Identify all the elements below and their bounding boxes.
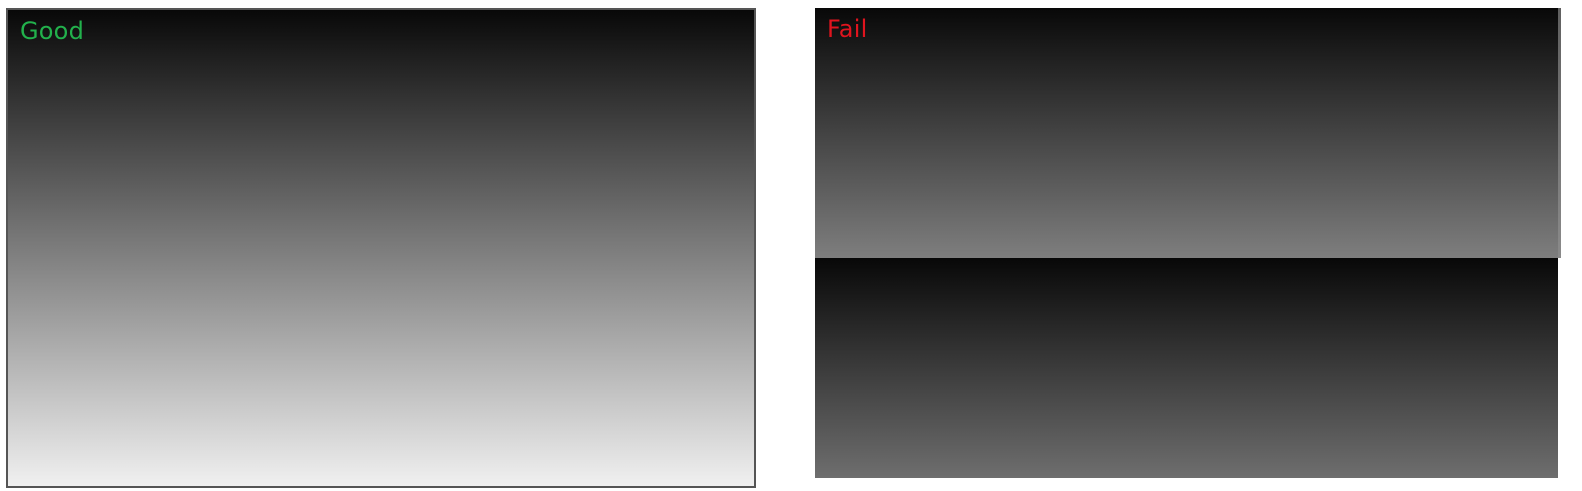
fail-top-gradient-band xyxy=(815,8,1558,258)
fail-label: Fail xyxy=(827,15,868,43)
good-label: Good xyxy=(20,17,84,45)
fail-edge-strip xyxy=(1558,8,1561,258)
good-gradient-panel: Good xyxy=(6,8,756,488)
fail-gradient-panel: Fail xyxy=(815,8,1561,478)
fail-bottom-gradient-band xyxy=(815,258,1558,478)
